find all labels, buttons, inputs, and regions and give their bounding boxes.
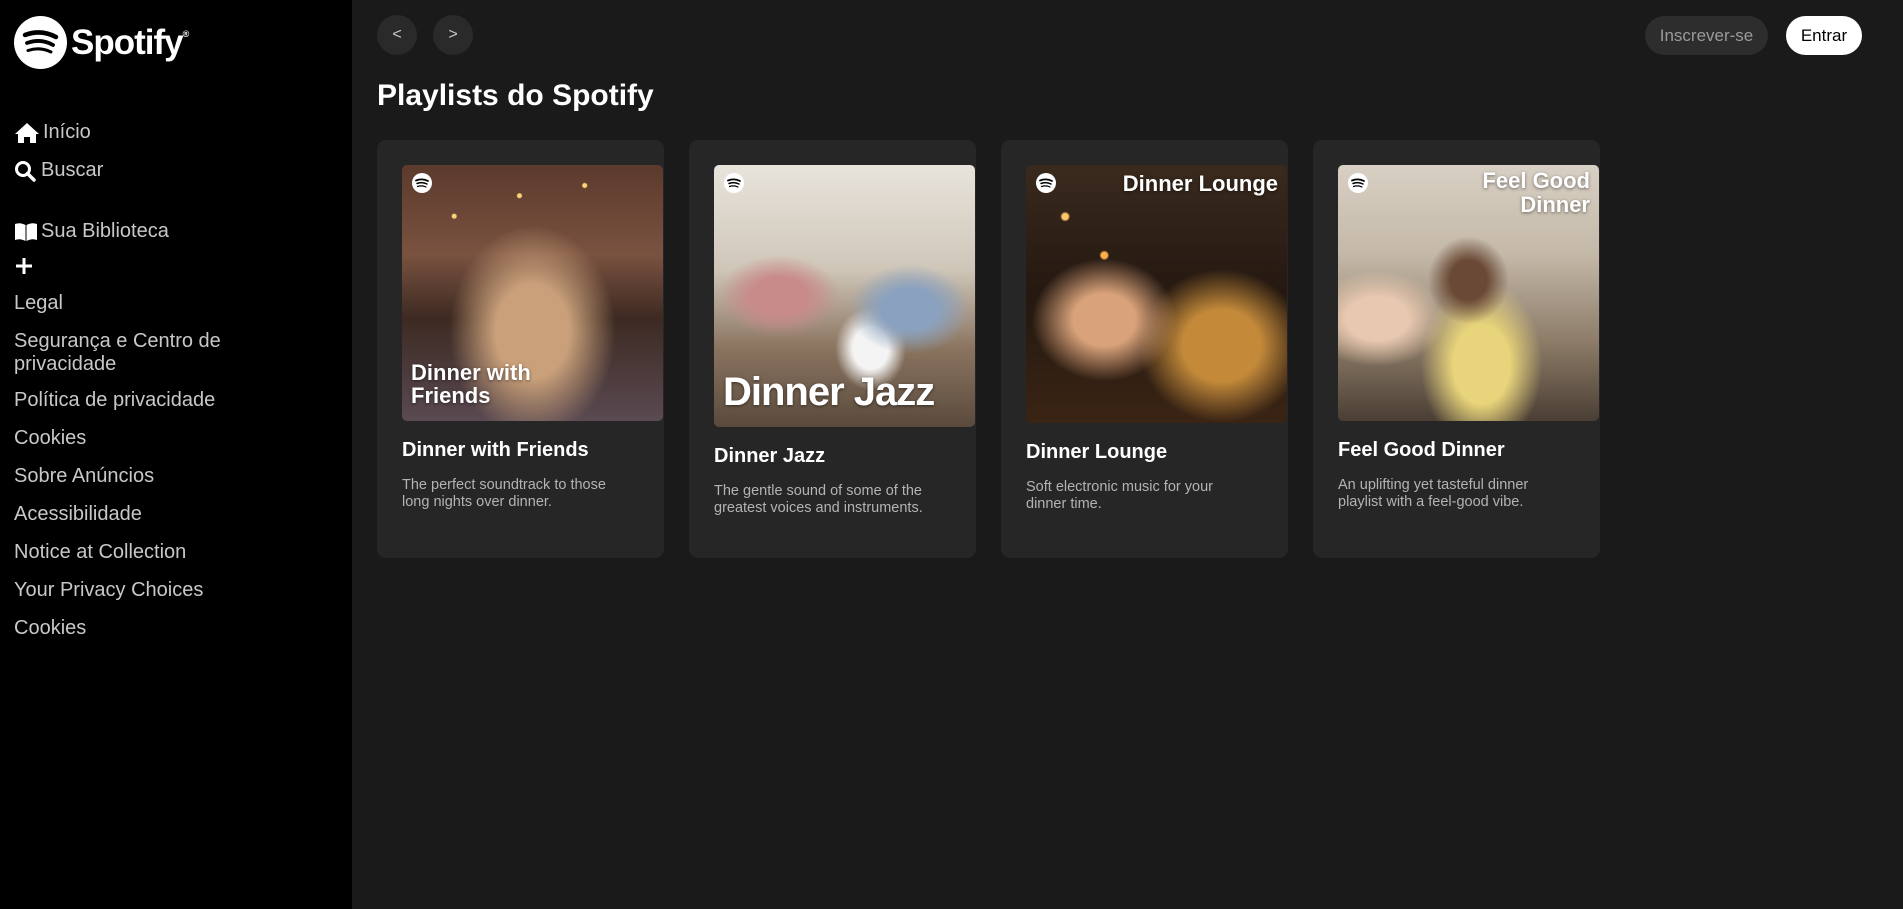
legal-link[interactable]: Acessibilidade: [14, 503, 314, 526]
plus-icon[interactable]: [12, 254, 36, 278]
legal-link[interactable]: Your Privacy Choices: [14, 579, 314, 602]
section-title: Playlists do Spotify: [377, 79, 654, 112]
sidebar-item-label: Buscar: [41, 159, 104, 181]
playlist-cover: Dinner Lounge: [1026, 165, 1287, 423]
sidebar-item-search[interactable]: Buscar: [14, 159, 103, 182]
login-button[interactable]: Entrar: [1786, 16, 1862, 55]
spotify-logo[interactable]: Spotify®: [14, 16, 189, 69]
main-content: < > Inscrever-se Entrar Playlists do Spo…: [352, 0, 1903, 909]
sidebar-item-label: Sua Biblioteca: [41, 220, 169, 242]
legal-link[interactable]: Política de privacidade: [14, 389, 314, 412]
sidebar-item-library[interactable]: Sua Biblioteca: [14, 220, 169, 243]
cover-text: Dinner with Friends: [411, 360, 531, 408]
playlist-cover: Dinner Jazz: [714, 165, 975, 427]
playlist-description: An uplifting yet tasteful dinner playlis…: [1338, 477, 1529, 510]
search-icon: [15, 160, 36, 182]
playlist-title: Dinner with Friends: [402, 439, 589, 461]
spotify-badge-icon: [724, 173, 744, 193]
playlist-card[interactable]: Dinner Jazz Dinner Jazz The gentle sound…: [689, 140, 976, 558]
spotify-badge-icon: [412, 173, 432, 193]
legal-link[interactable]: Legal: [14, 292, 314, 315]
playlist-card[interactable]: Dinner Lounge Dinner Lounge Soft electro…: [1001, 140, 1288, 558]
spotify-badge-icon: [1036, 173, 1056, 193]
back-button[interactable]: <: [377, 15, 417, 55]
legal-link[interactable]: Cookies: [14, 617, 314, 640]
playlist-description: The gentle sound of some of the greatest…: [714, 483, 923, 516]
signup-button[interactable]: Inscrever-se: [1645, 16, 1768, 55]
sidebar: Spotify® Início Buscar Sua Biblioteca Le…: [0, 0, 352, 909]
spotify-badge-icon: [1348, 173, 1368, 193]
legal-links: Legal Segurança e Centro de privacidade …: [14, 292, 314, 655]
playlist-cover: Feel Good Dinner: [1338, 165, 1599, 421]
cover-text: Dinner Jazz: [723, 370, 935, 414]
cover-text: Feel Good Dinner: [1482, 168, 1590, 217]
legal-link[interactable]: Segurança e Centro de privacidade: [14, 330, 254, 376]
playlist-card[interactable]: Feel Good Dinner Feel Good Dinner An upl…: [1313, 140, 1600, 558]
legal-link[interactable]: Notice at Collection: [14, 541, 314, 564]
playlist-card[interactable]: Dinner with Friends Dinner with Friends …: [377, 140, 664, 558]
sidebar-item-label: Início: [43, 121, 91, 143]
sidebar-item-home[interactable]: Início: [14, 121, 91, 144]
playlist-cover: Dinner with Friends: [402, 165, 663, 421]
library-icon: [15, 222, 37, 241]
playlist-title: Dinner Jazz: [714, 445, 826, 467]
playlist-description: The perfect soundtrack to those long nig…: [402, 477, 606, 510]
playlist-title: Feel Good Dinner: [1338, 439, 1505, 461]
spotify-wordmark: Spotify®: [71, 22, 189, 62]
forward-button[interactable]: >: [433, 15, 473, 55]
playlist-description: Soft electronic music for your dinner ti…: [1026, 479, 1213, 512]
cover-text: Dinner Lounge: [1122, 171, 1278, 196]
spotify-logo-icon: [14, 16, 67, 69]
home-icon: [15, 122, 39, 143]
playlist-title: Dinner Lounge: [1026, 441, 1168, 463]
legal-link[interactable]: Cookies: [14, 427, 314, 450]
legal-link[interactable]: Sobre Anúncios: [14, 465, 314, 488]
